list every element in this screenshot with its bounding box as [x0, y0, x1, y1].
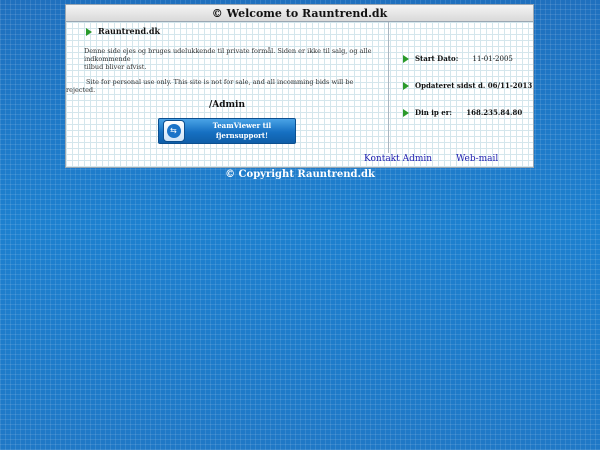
english-notice-line1: Site for personal use only. This site is… [86, 78, 354, 86]
danish-notice: Denne side ejes og bruges udelukkende ti… [84, 47, 384, 63]
danish-notice-line2: tilbud bliver afvist. [84, 63, 147, 71]
intro-section: Rauntrend.dk Denne side ejes og bruges u… [66, 22, 388, 153]
teamviewer-icon: ⇆ [163, 120, 185, 142]
info-section: Start Dato: 11-01-2005 Opdateret sidst d… [389, 22, 534, 153]
arrow-icon [403, 82, 409, 90]
teamviewer-button-line2: fjernsupport! [215, 131, 269, 140]
teamviewer-button-line1: TeamViewer til [212, 121, 272, 130]
start-date-label: Start Dato: [415, 54, 459, 63]
teamviewer-button[interactable]: ⇆ TeamViewer til fjernsupport! [158, 118, 296, 144]
updated-label: Opdateret sidst d. 06/11-2013 [415, 81, 533, 90]
ip-label: Din ip er: [415, 108, 452, 117]
arrow-icon [403, 109, 409, 117]
danish-notice-line1: Denne side ejes og bruges udelukkende ti… [84, 47, 372, 63]
arrow-icon [86, 28, 92, 36]
danish-notice-cont: tilbud bliver afvist. [84, 63, 384, 71]
english-notice-line2: rejected. [66, 86, 96, 94]
arrow-icon [403, 55, 409, 63]
ip-value: 168.235.84.80 [466, 108, 523, 117]
ip-row: Din ip er: 168.235.84.80 [403, 108, 522, 117]
webmail-link[interactable]: Web-mail [456, 154, 498, 164]
copyright: © Copyright Rauntrend.dk [225, 169, 375, 180]
admin-label: /Admin [208, 100, 246, 110]
english-notice-cont: rejected. [66, 86, 366, 94]
teamviewer-button-text: TeamViewer til fjernsupport! [191, 121, 293, 141]
start-date-row: Start Dato: 11-01-2005 [403, 54, 513, 63]
contact-admin-link[interactable]: Kontakt Admin [364, 154, 432, 164]
updated-row: Opdateret sidst d. 06/11-2013 [403, 81, 532, 90]
site-heading-text: Rauntrend.dk [98, 26, 160, 36]
main-panel: © Welcome to Rauntrend.dk Rauntrend.dk D… [65, 4, 534, 168]
page-title: © Welcome to Rauntrend.dk [66, 5, 533, 22]
footer-links: Kontakt Admin Web-mail [66, 153, 533, 167]
start-date-value: 11-01-2005 [472, 55, 513, 63]
english-notice: Site for personal use only. This site is… [86, 78, 386, 86]
site-heading: Rauntrend.dk [86, 26, 160, 36]
